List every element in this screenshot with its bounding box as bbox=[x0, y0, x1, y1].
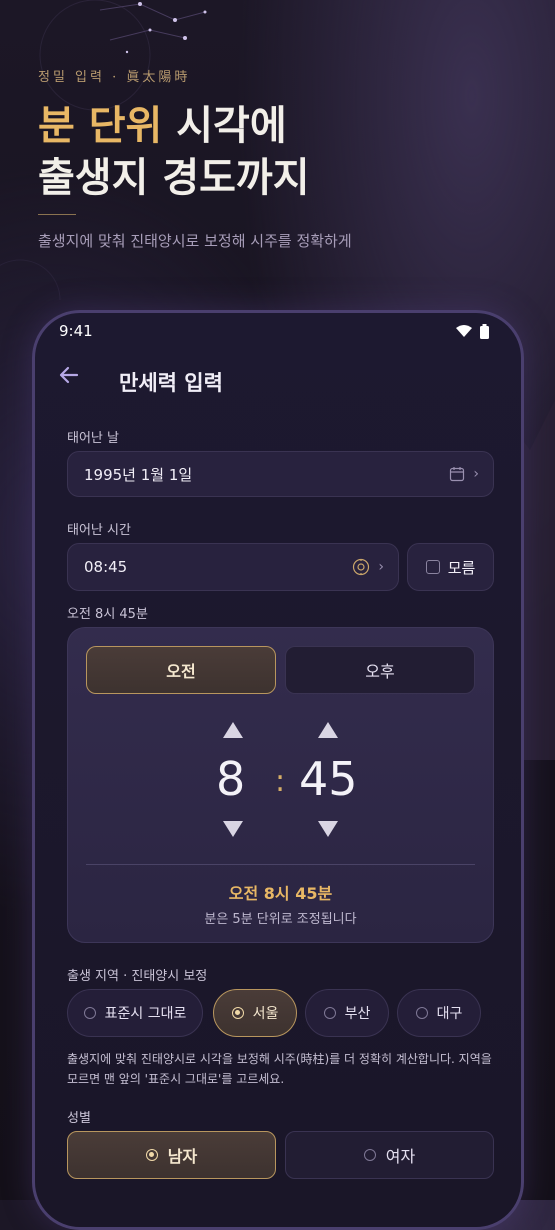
am-toggle[interactable]: 오전 bbox=[86, 646, 276, 694]
gender-label: 성별 bbox=[67, 1111, 91, 1126]
region-option-label: 부산 bbox=[344, 1006, 371, 1022]
region-option-daegu[interactable]: 대구 bbox=[397, 989, 481, 1037]
region-label: 출생 지역 · 진태양시 보정 bbox=[67, 969, 208, 984]
picker-divider bbox=[86, 864, 475, 865]
gender-option-male[interactable]: 남자 bbox=[67, 1131, 276, 1179]
radio-selected-icon bbox=[145, 1149, 158, 1161]
hour-down-arrow-icon[interactable] bbox=[223, 821, 243, 837]
page-title: 만세력 입력 bbox=[119, 371, 223, 395]
hour-up-arrow-icon[interactable] bbox=[223, 722, 243, 738]
chevron-right-icon: › bbox=[473, 466, 479, 482]
gender-option-label: 여자 bbox=[385, 1147, 416, 1166]
birth-time-value: 08:45 bbox=[84, 558, 128, 576]
gender-option-female[interactable]: 여자 bbox=[285, 1131, 494, 1179]
status-icons bbox=[456, 323, 489, 339]
radio-icon bbox=[323, 1007, 336, 1019]
gender-option-label: 남자 bbox=[167, 1147, 198, 1166]
app-bar: 만세력 입력 bbox=[35, 361, 521, 401]
birth-date-value: 1995년 1월 1일 bbox=[84, 465, 193, 484]
hero-title: 분 단위 시각에 출생지 경도까지 bbox=[38, 100, 310, 204]
birth-time-label: 태어난 시간 bbox=[67, 523, 131, 538]
hero-title-line2: 출생지 경도까지 bbox=[38, 154, 310, 201]
checkbox-icon bbox=[425, 560, 440, 574]
calendar-icon bbox=[450, 467, 465, 482]
hero-eyebrow: 정밀 입력 · 眞太陽時 bbox=[38, 70, 191, 85]
radio-icon bbox=[363, 1149, 376, 1161]
back-arrow-icon[interactable] bbox=[59, 365, 83, 389]
picker-summary: 오전 8시 45분 bbox=[228, 884, 333, 903]
unknown-label: 모름 bbox=[447, 558, 476, 577]
radio-icon bbox=[415, 1007, 428, 1019]
region-note: 출생지에 맞춰 진태양시로 시각을 보정해 시주(時柱)를 더 정확히 계산합니… bbox=[67, 1052, 492, 1086]
region-option-seoul[interactable]: 서울 bbox=[213, 989, 297, 1037]
hero-title-rest: 시각에 bbox=[162, 102, 287, 149]
birth-date-label: 태어난 날 bbox=[67, 431, 119, 446]
wifi-icon bbox=[456, 325, 472, 337]
region-option-label: 표준시 그대로 bbox=[104, 1006, 187, 1022]
birth-date-field[interactable]: 1995년 1월 1일 › bbox=[67, 451, 494, 497]
status-time: 9:41 bbox=[59, 322, 93, 340]
birth-time-field[interactable]: 08:45 › bbox=[67, 543, 399, 591]
battery-icon bbox=[480, 323, 489, 339]
minute-up-arrow-icon[interactable] bbox=[318, 722, 338, 738]
region-option-label: 서울 bbox=[252, 1006, 279, 1022]
minute-down-arrow-icon[interactable] bbox=[318, 821, 338, 837]
radio-selected-icon bbox=[231, 1007, 244, 1019]
region-option-busan[interactable]: 부산 bbox=[305, 989, 389, 1037]
hour-value: 8 bbox=[216, 752, 246, 806]
phone-mockup: 9:41 만세력 입력 태어난 날 1995년 1월 1일 › 태어난 시간 0… bbox=[32, 310, 524, 1230]
unknown-time-checkbox[interactable]: 모름 bbox=[407, 543, 494, 591]
status-bar: 9:41 bbox=[59, 319, 489, 343]
hero-subtitle: 출생지에 맞춰 진태양시로 보정해 시주를 정확하게 bbox=[38, 232, 352, 250]
birth-time-summary: 오전 8시 45분 bbox=[67, 607, 148, 622]
clock-icon bbox=[353, 558, 370, 576]
pm-toggle[interactable]: 오후 bbox=[285, 646, 475, 694]
hero-title-accent: 분 단위 bbox=[38, 102, 163, 149]
hero-divider bbox=[38, 214, 76, 215]
time-picker: 오전 오후 8 : 45 오전 8시 45분 분은 5분 단위로 조정됩니다 bbox=[67, 627, 494, 943]
minute-value: 45 bbox=[299, 752, 358, 806]
chevron-right-icon: › bbox=[378, 559, 384, 575]
region-option-label: 대구 bbox=[436, 1006, 463, 1022]
region-option-standard[interactable]: 표준시 그대로 bbox=[67, 989, 203, 1037]
radio-icon bbox=[83, 1007, 96, 1019]
time-colon: : bbox=[275, 764, 286, 799]
picker-note: 분은 5분 단위로 조정됩니다 bbox=[204, 912, 357, 927]
